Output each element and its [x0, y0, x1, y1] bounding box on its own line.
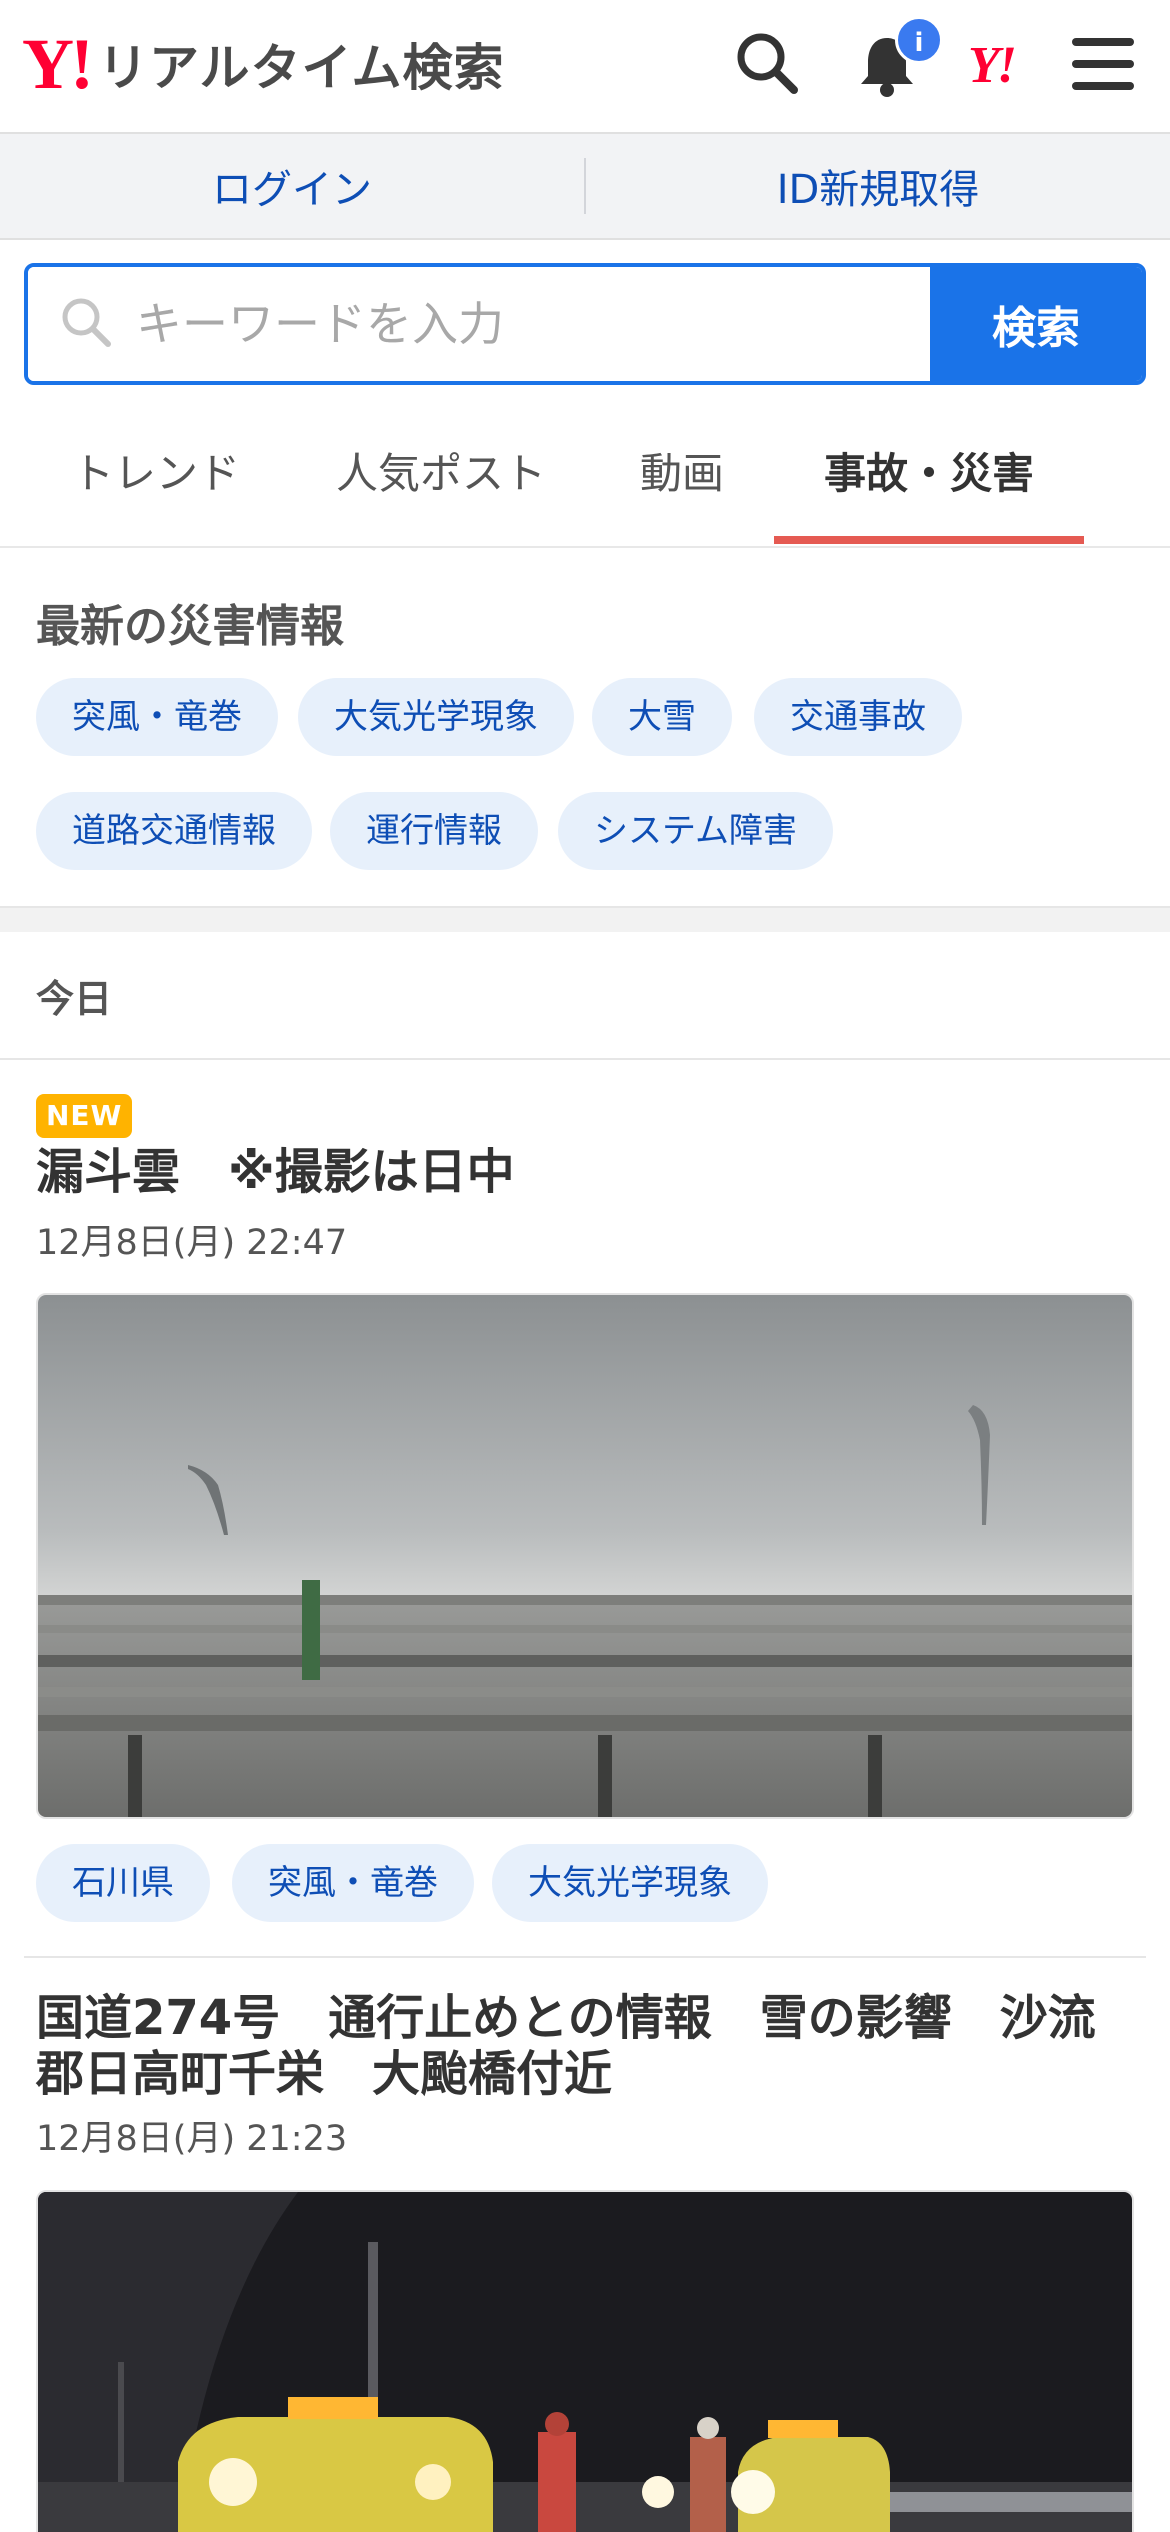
chip-heavy-snow[interactable]: 大雪 — [592, 678, 732, 756]
login-link[interactable]: ログイン — [0, 157, 584, 215]
new-badge: NEW — [36, 1094, 133, 1138]
menu-icon[interactable] — [1072, 36, 1134, 96]
chip-gust-tornado[interactable]: 突風・竜巻 — [36, 678, 278, 756]
yahoo-realtime-logo[interactable]: Y! リアルタイム検索 — [22, 28, 504, 100]
search-bar: 検索 — [24, 263, 1146, 385]
tab-disaster[interactable]: 事故・災害 — [824, 440, 1034, 501]
notification-badge[interactable]: i — [895, 16, 943, 64]
post-title-line-2[interactable]: 郡日高町千栄 大颱橋付近 — [36, 2046, 1136, 2102]
section-title: 最新の災害情報 — [36, 601, 344, 652]
date-header: 今日 — [0, 932, 1170, 1060]
section-gap — [0, 908, 1170, 932]
app-header: Y! リアルタイム検索 i Y! — [0, 0, 1170, 134]
logo-title: リアルタイム検索 — [97, 39, 505, 97]
post-datetime: 12月8日(月) 21:23 — [36, 2119, 348, 2159]
post-photo-funnel-cloud[interactable] — [36, 1293, 1134, 1819]
search-button[interactable]: 検索 — [930, 267, 1142, 381]
yahoo-home-icon[interactable]: Y! — [968, 36, 1017, 95]
category-tabs: トレンド 人気ポスト 動画 事故・災害 — [0, 400, 1170, 548]
post-divider — [24, 1956, 1146, 1958]
post-datetime: 12月8日(月) 22:47 — [36, 1223, 348, 1263]
search-icon[interactable] — [734, 30, 800, 100]
post-title[interactable]: 漏斗雲 ※撮影は日中 — [36, 1144, 1136, 1200]
chip-traffic-accident[interactable]: 交通事故 — [754, 678, 962, 756]
yahoo-logo-mark: Y! — [22, 24, 94, 104]
search-field[interactable] — [28, 267, 930, 381]
tab-video[interactable]: 動画 — [640, 440, 724, 501]
post-photo-road-closure[interactable] — [36, 2190, 1134, 2532]
chip-atmospheric-optics[interactable]: 大気光学現象 — [298, 678, 574, 756]
disaster-info-section: 最新の災害情報 突風・竜巻 大気光学現象 大雪 交通事故 道路交通情報 運行情報… — [0, 548, 1170, 908]
tag-atmospheric-optics[interactable]: 大気光学現象 — [492, 1844, 768, 1922]
auth-bar: ログイン ID新規取得 — [0, 134, 1170, 240]
chip-road-traffic[interactable]: 道路交通情報 — [36, 792, 312, 870]
post-title-line-1[interactable]: 国道274号 通行止めとの情報 雪の影響 沙流 — [36, 1990, 1136, 2046]
chip-operation-info[interactable]: 運行情報 — [330, 792, 538, 870]
date-header-label: 今日 — [36, 977, 113, 1021]
tab-popular-posts[interactable]: 人気ポスト — [336, 440, 546, 501]
chip-system-failure[interactable]: システム障害 — [558, 792, 833, 870]
tag-gust-tornado[interactable]: 突風・竜巻 — [232, 1844, 474, 1922]
search-input[interactable] — [134, 296, 838, 352]
active-tab-indicator — [774, 536, 1084, 544]
search-field-icon — [58, 294, 114, 354]
register-link[interactable]: ID新規取得 — [586, 157, 1170, 215]
tag-ishikawa[interactable]: 石川県 — [36, 1844, 210, 1922]
tab-trend[interactable]: トレンド — [72, 440, 240, 501]
